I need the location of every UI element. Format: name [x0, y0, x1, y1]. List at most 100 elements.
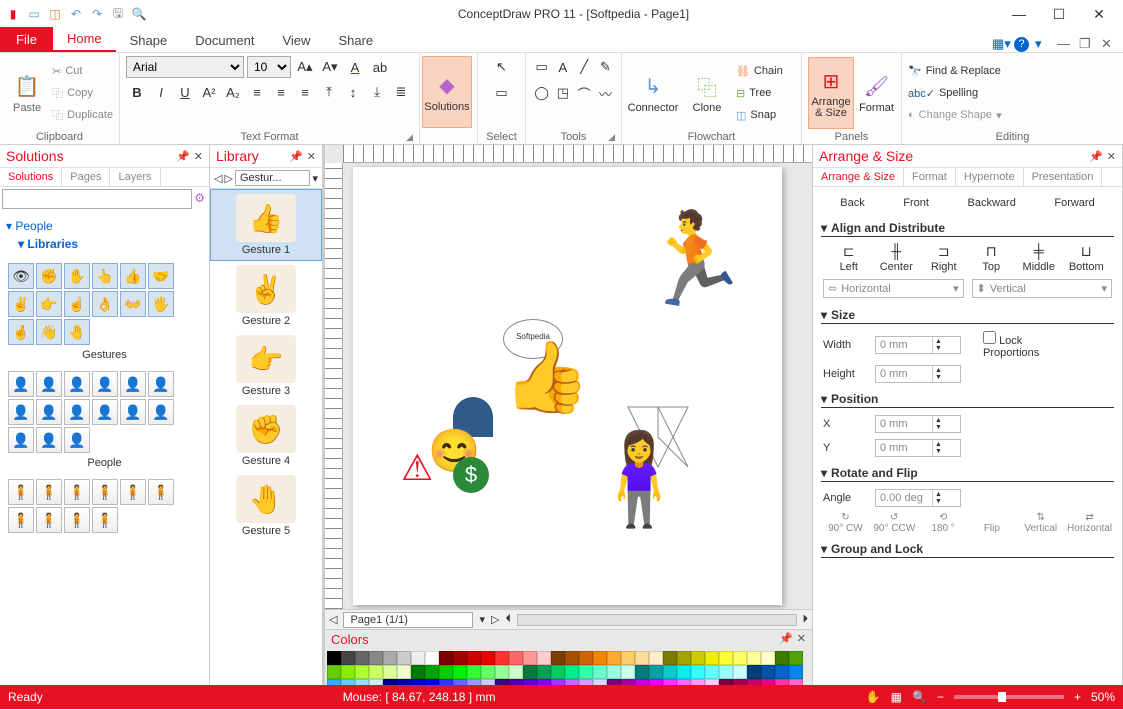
format-button[interactable]: 🖌Format	[858, 57, 895, 129]
color-swatch[interactable]	[341, 651, 355, 665]
x-input[interactable]	[876, 416, 932, 432]
subscript-button[interactable]: A₂	[222, 81, 244, 103]
color-swatch[interactable]	[551, 665, 565, 679]
color-swatch[interactable]	[775, 665, 789, 679]
flip-vertical[interactable]: ⇅Vertical	[1016, 512, 1065, 534]
zoom-plus[interactable]: +	[1074, 690, 1081, 704]
color-swatch[interactable]	[383, 665, 397, 679]
color-swatch[interactable]	[705, 679, 719, 685]
textformat-dialog-icon[interactable]: ◢	[406, 132, 413, 143]
color-swatch[interactable]	[579, 679, 593, 685]
pin-icon[interactable]: 📌	[289, 150, 303, 163]
color-swatch[interactable]	[481, 651, 495, 665]
clone-button[interactable]: ⿻Clone	[682, 57, 732, 129]
color-swatch[interactable]	[607, 679, 621, 685]
minimize-button[interactable]: —	[999, 0, 1039, 28]
font-color-icon[interactable]: A	[344, 56, 366, 78]
color-swatch[interactable]	[551, 651, 565, 665]
qat-app-icon[interactable]: ▮	[4, 5, 22, 23]
color-swatch[interactable]	[411, 651, 425, 665]
color-swatch[interactable]	[677, 665, 691, 679]
color-swatch[interactable]	[663, 679, 677, 685]
color-swatch[interactable]	[579, 651, 593, 665]
subtab-arrange[interactable]: Arrange & Size	[813, 168, 904, 186]
paste-button[interactable]: 📋Paste	[6, 57, 48, 129]
doc-restore-icon[interactable]: ❐	[1079, 36, 1095, 52]
tab-shape[interactable]: Shape	[116, 29, 182, 52]
color-swatch[interactable]	[467, 679, 481, 685]
color-swatch[interactable]	[607, 651, 621, 665]
lib-gesture-4[interactable]: ✊Gesture 4	[210, 401, 322, 471]
highlight-icon[interactable]: ab	[369, 56, 391, 78]
position-section[interactable]: ▾ Position	[821, 392, 1114, 408]
color-swatch[interactable]	[509, 651, 523, 665]
font-family-select[interactable]: Arial	[126, 56, 244, 78]
arc-tool-icon[interactable]: ⌒	[575, 82, 594, 104]
people-group-2[interactable]: 🧍🧍🧍🧍🧍 🧍🧍🧍🧍🧍	[0, 475, 209, 537]
maximize-button[interactable]: ☐	[1039, 0, 1079, 28]
rotate-ccw[interactable]: ↺90° CCW	[870, 512, 919, 534]
color-swatch[interactable]	[691, 651, 705, 665]
rotate-cw[interactable]: ↻90° CW	[821, 512, 870, 534]
scroll-left-icon[interactable]: ⏴	[505, 613, 511, 626]
size-section[interactable]: ▾ Size	[821, 308, 1114, 324]
width-input[interactable]	[876, 337, 932, 353]
rotate-section[interactable]: ▾ Rotate and Flip	[821, 466, 1114, 482]
color-swatch[interactable]	[425, 665, 439, 679]
color-swatch[interactable]	[397, 679, 411, 685]
color-swatch[interactable]	[775, 651, 789, 665]
change-shape-button[interactable]: ◐Change Shape▾	[908, 105, 1117, 125]
color-swatch[interactable]	[789, 679, 803, 685]
font-size-select[interactable]: 10	[247, 56, 291, 78]
drawing-canvas[interactable]: Softpedia 👍 🏃 😊 ⚠ $ 🧍‍♀️	[353, 167, 782, 605]
color-swatch[interactable]	[733, 651, 747, 665]
color-swatch[interactable]	[719, 665, 733, 679]
group-section[interactable]: ▾ Group and Lock	[821, 542, 1114, 558]
close-panel-icon[interactable]: ✕	[797, 632, 806, 647]
snap-button[interactable]: ◫Snap	[736, 105, 783, 125]
close-panel-icon[interactable]: ✕	[194, 150, 203, 163]
color-swatch[interactable]	[425, 651, 439, 665]
find-replace-button[interactable]: 🔭Find & Replace	[908, 61, 1117, 81]
color-swatch[interactable]	[467, 651, 481, 665]
copy-button[interactable]: ⿻Copy	[52, 83, 113, 103]
color-swatch[interactable]	[341, 665, 355, 679]
color-swatch[interactable]	[439, 679, 453, 685]
tab-view[interactable]: View	[268, 29, 324, 52]
color-swatch[interactable]	[663, 651, 677, 665]
panels-menu-icon[interactable]: ▦▾	[992, 36, 1008, 52]
lock-proportions[interactable]	[983, 331, 996, 344]
tools-dialog-icon[interactable]: ◢	[608, 132, 615, 143]
color-swatch[interactable]	[593, 651, 607, 665]
color-swatch[interactable]	[733, 679, 747, 685]
color-swatch[interactable]	[537, 679, 551, 685]
color-swatch[interactable]	[369, 679, 383, 685]
subtab-hypernote[interactable]: Hypernote	[956, 168, 1024, 186]
color-swatch[interactable]	[747, 665, 761, 679]
subtab-solutions[interactable]: Solutions	[0, 168, 62, 186]
color-swatch[interactable]	[327, 679, 341, 685]
color-swatch[interactable]	[649, 665, 663, 679]
angle-input[interactable]	[876, 490, 932, 506]
color-swatch[interactable]	[383, 679, 397, 685]
color-swatch[interactable]	[355, 651, 369, 665]
zoom-slider[interactable]	[954, 695, 1064, 699]
color-swatch[interactable]	[495, 679, 509, 685]
height-input[interactable]	[876, 366, 932, 382]
hand-tool-icon[interactable]: ✋	[866, 690, 881, 704]
close-button[interactable]: ✕	[1079, 0, 1119, 28]
color-swatch[interactable]	[453, 665, 467, 679]
order-forward[interactable]: Forward	[1054, 197, 1094, 209]
duplicate-button[interactable]: ⿻Duplicate	[52, 105, 113, 125]
doc-close-icon[interactable]: ✕	[1101, 36, 1117, 52]
underline-button[interactable]: U	[174, 81, 196, 103]
color-swatch[interactable]	[621, 651, 635, 665]
color-swatch[interactable]	[453, 679, 467, 685]
color-swatch[interactable]	[425, 679, 439, 685]
valign-bottom-icon[interactable]: ⤓	[366, 81, 388, 103]
text-tool-icon[interactable]: A	[553, 56, 572, 78]
ellipse-tool-icon[interactable]: ◯	[532, 82, 551, 104]
tree-button[interactable]: ⊟Tree	[736, 83, 783, 103]
close-panel-icon[interactable]: ✕	[1107, 150, 1116, 163]
lib-gesture-5[interactable]: 🤚Gesture 5	[210, 471, 322, 541]
